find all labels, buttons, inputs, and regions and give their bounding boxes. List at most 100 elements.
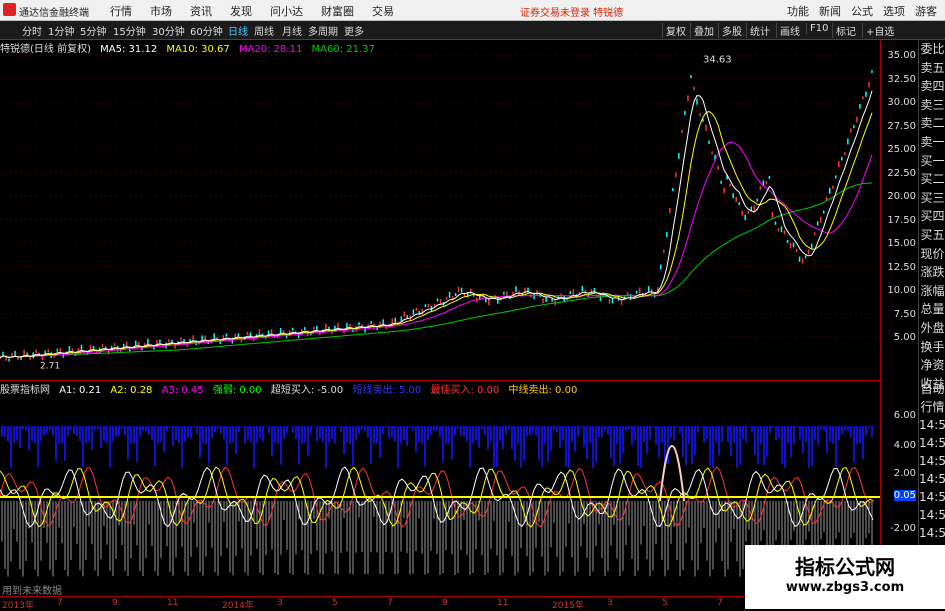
tab-period[interactable]: 月线 xyxy=(282,23,302,38)
menu-item[interactable]: 财富圈 xyxy=(321,5,354,18)
tab-period[interactable]: 15分钟 xyxy=(113,23,146,38)
tool-button[interactable]: 多股 xyxy=(718,23,742,38)
a3-label: A3: 0.45 xyxy=(161,385,204,396)
tab-period[interactable]: 1分钟 xyxy=(48,23,74,38)
kline-chart[interactable]: 34.63 2.71 xyxy=(0,40,880,380)
quote-field[interactable]: 涨跌 xyxy=(919,263,945,282)
price-tick: 27.50 xyxy=(887,120,916,132)
indicator-tick: 2.00 xyxy=(893,468,916,479)
quote-field[interactable]: 委比 xyxy=(919,40,945,59)
tab-period[interactable]: 60分钟 xyxy=(190,23,223,38)
menu-item[interactable]: 资讯 xyxy=(190,5,212,18)
menu-news[interactable]: 新闻 xyxy=(819,5,841,18)
auto-quote-item: 14:50 xyxy=(919,490,945,504)
date-tick: 7 xyxy=(57,598,63,608)
quote-field[interactable]: 买二 xyxy=(919,170,945,189)
date-tick: 9 xyxy=(442,598,448,608)
date-tick: 7 xyxy=(387,598,393,608)
sub-indicator-line: 股票指标网 A1: 0.21 A2: 0.28 A3: 0.45 强弱: 0.0… xyxy=(0,381,583,396)
tab-period[interactable]: 5分钟 xyxy=(80,23,106,38)
price-tick: 12.50 xyxy=(887,261,916,273)
date-tick: 9 xyxy=(112,598,118,608)
menu-formula[interactable]: 公式 xyxy=(851,5,873,18)
quote-field[interactable]: 外盘 xyxy=(919,319,945,338)
tab-period-active[interactable]: 日线 xyxy=(228,23,248,38)
main-indicator-line: 特锐德(日线 前复权) MA5: 31.12 MA10: 30.67 MA20:… xyxy=(0,40,381,55)
ma20-label: MA20: 28.11 xyxy=(238,44,303,55)
quote-field[interactable]: 买四 xyxy=(919,207,945,226)
watermark-url: www.zbgs3.com xyxy=(785,580,905,595)
date-tick: 3 xyxy=(607,598,613,608)
quote-field[interactable]: 卖二 xyxy=(919,114,945,133)
quote-field[interactable]: 卖五 xyxy=(919,59,945,78)
tab-period[interactable]: 分时 xyxy=(22,23,42,38)
quote-field[interactable]: 涨幅 xyxy=(919,282,945,301)
price-tick: 10.00 xyxy=(887,285,916,296)
menu-guest[interactable]: 游客 xyxy=(915,5,937,18)
date-tick: 3 xyxy=(277,598,283,608)
title-bar: 通达信金融终端 行情 市场 资讯 发现 问小达 财富圈 交易 证券交易未登录 特锐德 功能新… xyxy=(0,0,945,21)
stock-title: 特锐德(日线 前复权) xyxy=(0,44,91,55)
quote-field[interactable]: 净资 xyxy=(919,356,945,375)
tool-button[interactable]: 统计 xyxy=(746,23,770,38)
price-axis: 35.00 32.50 30.00 27.50 25.00 22.50 20.00 17.50… xyxy=(880,40,919,380)
watermark: 指标公式网 www.zbgs3.com xyxy=(745,545,945,609)
menu-item[interactable]: 行情 xyxy=(110,5,132,18)
app-title: 通达信金融终端 xyxy=(19,8,89,19)
tool-button[interactable]: 标记 xyxy=(832,23,856,38)
date-tick: 7 xyxy=(717,598,723,608)
date-tick: 5 xyxy=(332,598,338,608)
short-sell-label: 短线卖出: 5.00 xyxy=(352,385,422,396)
price-tick: 7.50 xyxy=(893,308,916,320)
quote-field[interactable]: 买一 xyxy=(919,152,945,171)
tool-button[interactable]: 画线 xyxy=(776,23,800,38)
tab-period[interactable]: 多周期 xyxy=(308,23,338,38)
menu-item[interactable]: 问小达 xyxy=(270,5,303,18)
tab-period[interactable]: 周线 xyxy=(254,23,274,38)
indicator-name[interactable]: 股票指标网 xyxy=(0,385,50,396)
oversold-label: 超短买入: -5.00 xyxy=(270,385,344,396)
price-tick: 35.00 xyxy=(887,50,916,61)
strength-label: 强弱: 0.00 xyxy=(212,385,262,396)
tool-button[interactable]: +自选 xyxy=(862,23,894,38)
quote-field[interactable]: 卖一 xyxy=(919,133,945,152)
auto-quote-item: 14:50 xyxy=(919,454,945,468)
auto-quote-item: 14:50 xyxy=(919,526,945,540)
quote-field[interactable]: 总量 xyxy=(919,300,945,319)
indicator-tick: 4.00 xyxy=(893,440,916,451)
mid-sell-label: 中线卖出: 0.00 xyxy=(508,385,578,396)
tool-button[interactable]: 复权 xyxy=(662,23,686,38)
watermark-title: 指标公式网 xyxy=(795,555,895,579)
ma5-line xyxy=(0,90,873,359)
quote-field[interactable]: 换手 xyxy=(919,338,945,357)
menu-options[interactable]: 选项 xyxy=(883,5,905,18)
date-tick: 2013年 xyxy=(2,601,34,611)
menu-function[interactable]: 功能 xyxy=(787,5,809,18)
quote-field[interactable]: 买五 xyxy=(919,226,945,245)
price-tick: 20.00 xyxy=(887,191,916,202)
tool-button[interactable]: F10 xyxy=(806,23,828,34)
ma60-line xyxy=(0,182,873,359)
date-tick: 11 xyxy=(167,598,179,608)
tab-period[interactable]: 更多 xyxy=(344,23,364,38)
menu-item[interactable]: 市场 xyxy=(150,5,172,18)
ma5-label: MA5: 31.12 xyxy=(100,44,158,55)
ma10-label: MA10: 30.67 xyxy=(166,44,230,55)
tab-period[interactable]: 30分钟 xyxy=(152,23,185,38)
right-menu: 功能 新闻 公式 选项 游客 xyxy=(777,3,937,19)
quote-field[interactable]: 卖三 xyxy=(919,96,945,115)
ma60-label: MA60: 21.37 xyxy=(311,44,375,55)
login-notice[interactable]: 证券交易未登录 特锐德 xyxy=(520,4,623,19)
auto-quote-item: 自动 xyxy=(920,382,945,396)
date-tick: 11 xyxy=(497,598,509,608)
price-tick: 17.50 xyxy=(887,214,916,226)
menu-item[interactable]: 发现 xyxy=(230,5,252,18)
tool-button[interactable]: 叠加 xyxy=(690,23,714,38)
quote-field[interactable]: 买三 xyxy=(919,189,945,208)
auto-quote-item: 14:50 xyxy=(919,472,945,486)
app-logo-icon xyxy=(3,3,16,16)
quote-field[interactable]: 现价 xyxy=(919,245,945,264)
quote-field[interactable]: 卖四 xyxy=(919,77,945,96)
kline-svg: 34.63 2.71 xyxy=(0,54,880,372)
menu-item[interactable]: 交易 xyxy=(372,5,394,18)
